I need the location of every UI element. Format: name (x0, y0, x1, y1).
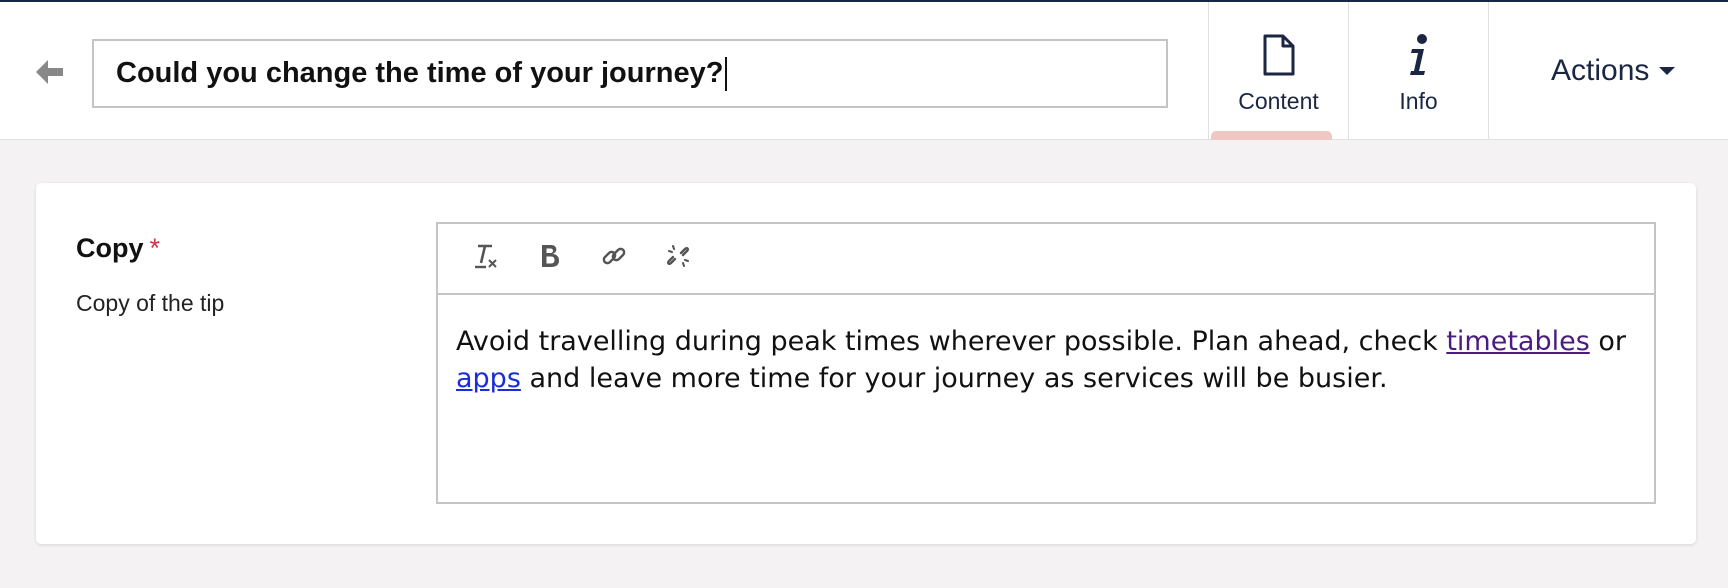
bold-icon (539, 243, 561, 274)
caret-down-icon (1659, 67, 1676, 75)
field-label: Copy * (76, 233, 160, 264)
clear-formatting-icon (472, 242, 500, 275)
field-help-text: Copy of the tip (76, 290, 225, 316)
copy-text-part-3: and leave more time for your journey as … (520, 363, 1388, 394)
info-icon (1407, 32, 1431, 78)
active-tab-indicator (1211, 131, 1332, 140)
back-button[interactable] (30, 54, 70, 94)
timetables-link[interactable]: timetables (1446, 326, 1589, 357)
title-input-value: Could you change the time of your journe… (116, 57, 724, 89)
tab-content[interactable]: Content (1208, 2, 1348, 140)
field-panel: Copy * Copy of the tip Avoid travelling … (36, 183, 1696, 544)
tab-content-label: Content (1238, 88, 1319, 114)
copy-text-part-2: or (1589, 326, 1626, 357)
editor-header: Could you change the time of your journe… (0, 2, 1728, 140)
tab-info[interactable]: Info (1348, 2, 1488, 140)
field-label-text: Copy (76, 233, 144, 263)
arrow-left-icon (35, 59, 65, 90)
copy-text-part-1: Avoid travelling during peak times where… (456, 326, 1447, 357)
apps-link[interactable]: apps (456, 363, 521, 394)
editor-content[interactable]: Avoid travelling during peak times where… (438, 295, 1654, 425)
required-marker: * (149, 233, 161, 263)
text-caret (725, 56, 728, 91)
bold-button[interactable] (518, 234, 582, 284)
actions-dropdown[interactable]: Actions (1488, 2, 1728, 140)
title-input[interactable]: Could you change the time of your journe… (92, 39, 1168, 108)
unlink-button[interactable] (646, 234, 710, 284)
tab-info-label: Info (1399, 88, 1438, 114)
document-icon (1263, 32, 1295, 78)
actions-label: Actions (1551, 54, 1650, 87)
unlink-icon (664, 242, 692, 275)
link-button[interactable] (582, 234, 646, 284)
editor-toolbar (438, 224, 1654, 295)
rich-text-editor: Avoid travelling during peak times where… (436, 222, 1656, 504)
link-icon (600, 242, 628, 275)
clear-formatting-button[interactable] (454, 234, 518, 284)
